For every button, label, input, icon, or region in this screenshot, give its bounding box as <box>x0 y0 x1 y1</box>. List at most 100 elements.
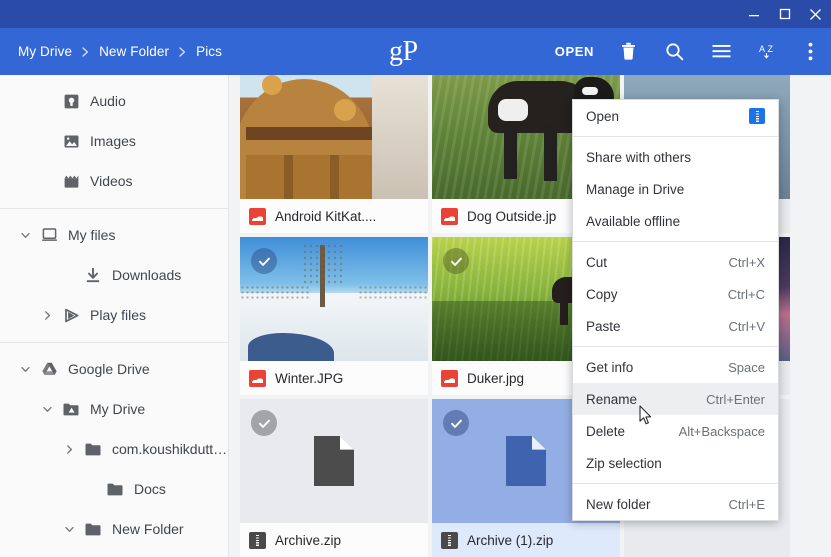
menu-separator <box>573 136 778 137</box>
sidebar-item-audio[interactable]: Audio <box>0 81 228 121</box>
menu-item-shortcut: Ctrl+Enter <box>706 391 765 407</box>
file-name: Android KitKat.... <box>275 208 377 224</box>
menu-item-shortcut: Ctrl+E <box>728 496 765 512</box>
file-tile[interactable]: Winter.JPG <box>240 237 428 395</box>
app-logo: gP <box>389 35 418 67</box>
sidebar-item-my-files[interactable]: My files <box>0 215 228 255</box>
grid-right-gutter <box>790 75 831 557</box>
twisty-down-icon[interactable] <box>14 230 36 241</box>
breadcrumb-item-0[interactable]: My Drive <box>14 41 76 62</box>
menu-item-copy[interactable]: Copy Ctrl+C <box>573 278 778 310</box>
breadcrumb-item-2[interactable]: Pics <box>192 41 226 62</box>
menu-item-paste[interactable]: Paste Ctrl+V <box>573 310 778 342</box>
svg-text:A: A <box>759 44 765 54</box>
sidebar-item-videos[interactable]: Videos <box>0 161 228 201</box>
file-name: Archive (1).zip <box>467 532 554 548</box>
menu-item-available-offline[interactable]: Available offline <box>573 205 778 237</box>
sidebar-item-docs[interactable]: Docs <box>0 469 228 509</box>
open-button[interactable]: OPEN <box>543 28 606 75</box>
sidebar-item-label: Audio <box>90 93 126 109</box>
sidebar-item-label: My Drive <box>90 401 146 417</box>
more-options-icon[interactable] <box>794 28 827 75</box>
menu-item-label: New folder <box>586 496 651 512</box>
twisty-down-icon[interactable] <box>14 364 36 375</box>
twisty-right-icon[interactable] <box>58 444 80 455</box>
sidebar-item-pics[interactable]: Pics <box>0 549 228 557</box>
twisty-down-icon[interactable] <box>58 524 80 535</box>
sidebar-item-label: Downloads <box>112 267 182 283</box>
chevron-right-icon <box>76 46 95 58</box>
menu-item-label: Share with others <box>586 149 692 165</box>
menu-item-zip-selection[interactable]: Zip selection <box>573 447 778 479</box>
selection-check-icon[interactable] <box>443 248 469 274</box>
zip-file-icon <box>441 531 458 549</box>
file-name: Dog Outside.jp <box>467 208 557 224</box>
twisty-right-icon[interactable] <box>36 310 58 321</box>
sidebar-item-label: com.koushikdutt… <box>112 441 228 457</box>
menu-item-share-with-others[interactable]: Share with others <box>573 141 778 173</box>
file-tile[interactable]: Archive.zip <box>240 399 428 557</box>
folder-icon <box>102 483 128 496</box>
document-icon <box>314 436 354 486</box>
list-view-icon[interactable] <box>698 28 745 75</box>
computer-icon <box>36 228 62 242</box>
drive-icon <box>36 362 62 376</box>
menu-item-cut[interactable]: Cut Ctrl+X <box>573 246 778 278</box>
sidebar-item-images[interactable]: Images <box>0 121 228 161</box>
file-name-bar: Archive.zip <box>240 523 428 557</box>
download-icon <box>80 267 106 283</box>
menu-item-label: Manage in Drive <box>586 181 685 197</box>
menu-item-get-info[interactable]: Get info Space <box>573 351 778 383</box>
menu-separator <box>573 483 778 484</box>
sidebar-item-label: Videos <box>90 173 133 189</box>
sidebar-item-my-drive[interactable]: My Drive <box>0 389 228 429</box>
selection-check-icon[interactable] <box>251 410 277 436</box>
document-icon <box>506 436 546 486</box>
files-app-window: My Drive New Folder Pics gP OPEN A Z Aud… <box>0 0 831 557</box>
sidebar-item-label: My files <box>68 227 116 243</box>
image-file-icon <box>249 369 266 387</box>
menu-item-delete[interactable]: Delete Alt+Backspace <box>573 415 778 447</box>
file-name: Archive.zip <box>275 532 342 548</box>
minimize-button[interactable] <box>738 0 769 28</box>
sidebar-group: Audio Images Videos <box>0 75 228 201</box>
play-icon <box>58 308 84 323</box>
breadcrumb-item-1[interactable]: New Folder <box>95 41 173 62</box>
zip-file-icon <box>249 531 266 549</box>
menu-item-label: Available offline <box>586 213 681 229</box>
menu-item-shortcut: Alt+Backspace <box>678 423 765 439</box>
sidebar-item-google-drive[interactable]: Google Drive <box>0 349 228 389</box>
search-icon[interactable] <box>651 28 698 75</box>
selection-check-icon[interactable] <box>251 248 277 274</box>
file-name-bar: Android KitKat.... <box>240 199 428 233</box>
twisty-down-icon[interactable] <box>36 404 58 415</box>
sidebar-item-label: Images <box>90 133 136 149</box>
sidebar-item-label: Play files <box>90 307 147 323</box>
menu-item-label: Zip selection <box>586 455 662 471</box>
menu-item-open[interactable]: Open <box>573 100 778 132</box>
mouse-cursor <box>639 405 653 425</box>
sidebar-group: My files Downloads Play files <box>0 209 228 335</box>
folder-icon <box>80 443 106 456</box>
menu-item-rename[interactable]: Rename Ctrl+Enter <box>573 383 778 415</box>
sidebar-item-downloads[interactable]: Downloads <box>0 255 228 295</box>
maximize-button[interactable] <box>769 0 800 28</box>
file-name-bar: Archive (1).zip <box>432 523 620 557</box>
menu-item-shortcut: Space <box>728 359 765 375</box>
selection-check-icon[interactable] <box>443 410 469 436</box>
file-tile[interactable]: Android KitKat.... <box>240 75 428 233</box>
close-button[interactable] <box>800 0 831 28</box>
context-menu[interactable]: Open Share with others Manage in Drive A… <box>572 99 779 521</box>
sidebar-item-com-koushikdutt[interactable]: com.koushikdutt… <box>0 429 228 469</box>
menu-item-new-folder[interactable]: New folder Ctrl+E <box>573 488 778 520</box>
file-name-bar: Winter.JPG <box>240 361 428 395</box>
sort-az-icon[interactable]: A Z <box>745 28 794 75</box>
delete-icon[interactable] <box>606 28 651 75</box>
navigation-sidebar[interactable]: Audio Images Videos My files Downloads P… <box>0 75 229 557</box>
image-file-icon <box>249 207 266 225</box>
sidebar-item-play-files[interactable]: Play files <box>0 295 228 335</box>
image-file-icon <box>441 369 458 387</box>
menu-item-manage-in-drive[interactable]: Manage in Drive <box>573 173 778 205</box>
sidebar-item-new-folder[interactable]: New Folder <box>0 509 228 549</box>
menu-item-label: Open <box>586 108 620 124</box>
